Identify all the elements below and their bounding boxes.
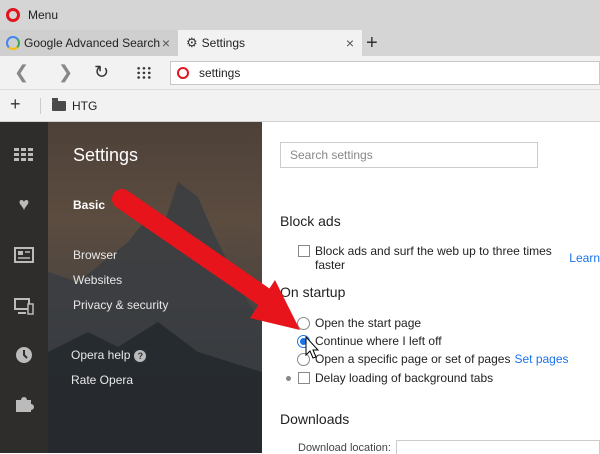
- opera-logo-icon: [177, 67, 189, 79]
- download-location-label: Download location:: [298, 442, 391, 454]
- url-field[interactable]: settings: [170, 61, 600, 85]
- extensions-icon[interactable]: [14, 395, 34, 413]
- open-specific-page-text: Open a specific page or set of pages: [315, 352, 511, 366]
- menu-item-opera-help[interactable]: Opera help?: [71, 348, 147, 362]
- open-specific-page-label: Open a specific page or set of pages Set…: [315, 352, 569, 366]
- divider: [40, 98, 41, 114]
- settings-content: Search settings Block ads Block ads and …: [262, 122, 600, 454]
- speed-dial-icon[interactable]: [14, 148, 34, 162]
- settings-menu: Settings Basic Browser Websites Privacy …: [48, 122, 262, 453]
- menu-item-privacy-security[interactable]: Privacy & security: [73, 298, 168, 312]
- close-tab-icon[interactable]: ×: [346, 35, 354, 51]
- address-bar: ❮ ❯ ↻ settings: [0, 56, 600, 90]
- tab-google-advanced-search[interactable]: Google Advanced Search ×: [0, 30, 178, 56]
- menu-item-websites[interactable]: Websites: [73, 273, 122, 287]
- new-tab-button[interactable]: +: [366, 30, 378, 56]
- downloads-heading: Downloads: [280, 411, 350, 427]
- learn-more-link[interactable]: Learn: [569, 251, 600, 265]
- add-bookmark-button[interactable]: +: [10, 94, 21, 115]
- radio-continue-where-left-off[interactable]: [297, 335, 310, 348]
- news-icon[interactable]: [14, 247, 34, 263]
- back-icon[interactable]: ❮: [14, 62, 29, 83]
- devices-icon[interactable]: [14, 298, 34, 316]
- continue-label: Continue where I left off: [315, 334, 442, 348]
- title-bar: Menu: [0, 0, 600, 30]
- opera-help-label: Opera help: [71, 348, 131, 362]
- sidebar: ♥: [0, 122, 48, 453]
- block-ads-checkbox[interactable]: [298, 245, 310, 257]
- delay-loading-label: Delay loading of background tabs: [315, 371, 494, 385]
- menu-item-rate-opera[interactable]: Rate Opera: [71, 373, 133, 387]
- history-icon[interactable]: [14, 346, 34, 364]
- opera-logo-icon[interactable]: [6, 8, 20, 22]
- bookmark-folder-htg[interactable]: HTG: [72, 99, 97, 113]
- menu-item-browser[interactable]: Browser: [73, 248, 117, 262]
- heart-icon[interactable]: ♥: [14, 194, 34, 215]
- help-icon: ?: [134, 350, 147, 362]
- delay-loading-checkbox[interactable]: [298, 372, 310, 384]
- radio-open-start-page[interactable]: [297, 317, 310, 330]
- tab-label: Settings: [201, 36, 246, 50]
- forward-icon[interactable]: ❯: [58, 62, 73, 83]
- radio-open-specific-page[interactable]: [297, 353, 310, 366]
- menu-item-basic[interactable]: Basic: [73, 198, 105, 212]
- tab-strip: Google Advanced Search × ⚙ Settings × +: [0, 30, 600, 56]
- menu-button[interactable]: Menu: [28, 8, 58, 22]
- on-startup-heading: On startup: [280, 284, 346, 300]
- block-ads-label: Block ads and surf the web up to three t…: [315, 244, 600, 272]
- bullet-marker: [286, 376, 291, 381]
- reload-icon[interactable]: ↻: [94, 62, 109, 83]
- bookmarks-bar: + HTG: [0, 90, 600, 122]
- tab-label: Google Advanced Search: [24, 36, 161, 50]
- block-ads-heading: Block ads: [280, 213, 341, 229]
- set-pages-link[interactable]: Set pages: [514, 352, 568, 366]
- search-settings-input[interactable]: Search settings: [280, 142, 538, 168]
- block-ads-text: Block ads and surf the web up to three t…: [315, 244, 552, 272]
- close-tab-icon[interactable]: ×: [162, 35, 170, 51]
- landscape-background: [48, 182, 262, 453]
- open-start-page-label: Open the start page: [315, 316, 422, 330]
- url-text: settings: [199, 66, 241, 80]
- speed-dial-grid-icon[interactable]: [136, 66, 152, 80]
- gear-icon: ⚙: [186, 35, 198, 50]
- download-location-field[interactable]: [396, 440, 600, 454]
- settings-title: Settings: [73, 145, 139, 165]
- folder-icon[interactable]: [52, 98, 66, 111]
- google-icon: [6, 36, 20, 50]
- tab-settings[interactable]: ⚙ Settings ×: [178, 30, 362, 56]
